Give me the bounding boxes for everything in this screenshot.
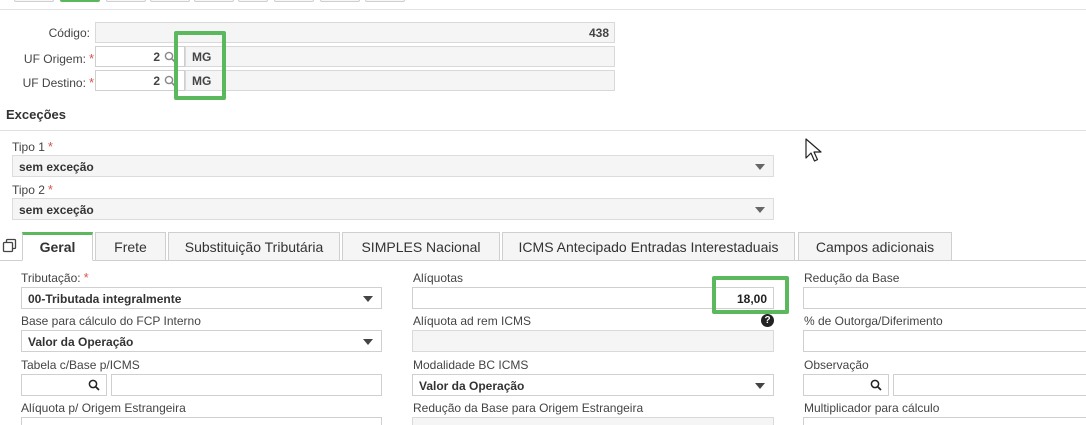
chevron-down-icon <box>755 164 765 170</box>
tributacao-label: Tributação: * <box>21 270 89 285</box>
base-fcp-select[interactable]: Valor da Operação <box>21 330 382 352</box>
toolbar-button[interactable] <box>320 0 360 2</box>
uf-destino-label: UF Destino: * <box>4 75 94 90</box>
reducao-base-label: Redução da Base <box>804 271 900 285</box>
base-fcp-label: Base para cálculo do FCP Interno <box>21 314 201 328</box>
uf-origem-code: 2 <box>153 50 160 64</box>
uf-origem-sigla-field: MG <box>185 46 615 67</box>
observacao-desc-field[interactable] <box>893 374 1086 396</box>
tab-simples-nacional[interactable]: SIMPLES Nacional <box>342 232 500 261</box>
uf-origem-label-text: UF Origem: <box>23 52 86 66</box>
search-icon[interactable] <box>164 51 176 63</box>
toolbar-button[interactable] <box>14 0 54 2</box>
required-mark: * <box>47 182 53 197</box>
search-icon[interactable] <box>88 379 100 391</box>
uf-origem-sigla: MG <box>192 50 212 64</box>
toolbar-button[interactable] <box>150 0 190 2</box>
tab-geral[interactable]: Geral <box>22 232 93 261</box>
uf-destino-label-text: UF Destino: <box>22 76 86 90</box>
top-toolbar <box>0 0 1086 10</box>
chevron-down-icon <box>755 207 765 213</box>
uf-origem-label: UF Origem: * <box>4 51 94 66</box>
base-fcp-value: Valor da Operação <box>28 335 134 349</box>
required-mark: * <box>88 51 94 66</box>
tributacao-select[interactable]: 00-Tributada integralmente <box>21 287 382 309</box>
multiplicador-field[interactable] <box>803 417 1086 425</box>
toolbar-button[interactable] <box>274 0 314 2</box>
codigo-label: Código: <box>48 26 90 40</box>
required-mark: * <box>88 75 94 90</box>
toolbar-button[interactable] <box>194 0 234 2</box>
section-divider <box>0 130 1086 131</box>
chevron-down-icon <box>363 296 373 302</box>
modalidade-label: Modalidade BC ICMS <box>413 358 529 372</box>
codigo-field: 438 <box>95 22 615 43</box>
chevron-down-icon <box>363 339 373 345</box>
search-icon[interactable] <box>870 379 882 391</box>
help-icon[interactable]: ? <box>761 314 774 327</box>
uf-destino-sigla-field: MG <box>185 70 615 91</box>
tipo1-label: Tipo 1 * <box>12 139 53 154</box>
tipo2-select[interactable]: sem exceção <box>12 198 774 220</box>
tab-icms-antecipado[interactable]: ICMS Antecipado Entradas Interestaduais <box>502 232 795 261</box>
tributacao-value: 00-Tributada integralmente <box>28 292 182 306</box>
modalidade-value: Valor da Operação <box>419 379 525 393</box>
tabela-base-desc-field[interactable] <box>111 374 382 396</box>
aliquota-adrem-field <box>412 330 774 352</box>
tipo1-label-text: Tipo 1 <box>12 140 45 154</box>
multiplicador-label: Multiplicador para cálculo <box>804 401 940 415</box>
reducao-origem-field <box>412 417 774 425</box>
tipo2-label-text: Tipo 2 <box>12 183 45 197</box>
toolbar-button-active[interactable] <box>60 0 100 2</box>
search-icon[interactable] <box>164 75 176 87</box>
copy-icon[interactable] <box>2 238 18 254</box>
reducao-base-field[interactable] <box>803 287 1086 309</box>
tipo1-select[interactable]: sem exceção <box>12 155 774 177</box>
tipo2-value: sem exceção <box>19 203 94 217</box>
outorga-label: % de Outorga/Diferimento <box>804 314 943 328</box>
tipo1-value: sem exceção <box>19 160 94 174</box>
tab-substituicao-tributaria[interactable]: Substituição Tributária <box>168 232 340 261</box>
observacao-code-field[interactable] <box>803 374 889 396</box>
aliquota-origem-label: Alíquota p/ Origem Estrangeira <box>21 401 186 415</box>
excecoes-title: Exceções <box>6 107 66 122</box>
toolbar-button[interactable] <box>365 0 405 2</box>
uf-destino-sigla: MG <box>192 74 212 88</box>
tributacao-label-text: Tributação: <box>21 271 81 285</box>
tab-campos-adicionais[interactable]: Campos adicionais <box>798 232 952 261</box>
aliquotas-label: Alíquotas <box>413 271 464 285</box>
aliquota-origem-field[interactable] <box>21 417 382 425</box>
outorga-field[interactable] <box>803 330 1086 352</box>
uf-origem-code-field[interactable]: 2 <box>95 46 185 67</box>
aliquota-adrem-label: Alíquota ad rem ICMS <box>413 314 532 328</box>
chevron-down-icon <box>755 383 765 389</box>
tab-frete[interactable]: Frete <box>95 232 166 261</box>
aliquotas-value: 18,00 <box>736 292 767 306</box>
tabela-base-label: Tabela c/Base p/ICMS <box>21 358 140 372</box>
toolbar-button[interactable] <box>238 0 268 2</box>
modalidade-select[interactable]: Valor da Operação <box>412 374 774 396</box>
mouse-cursor-icon <box>805 138 822 162</box>
uf-destino-code-field[interactable]: 2 <box>95 70 185 91</box>
aliquotas-field[interactable]: 18,00 <box>412 287 774 309</box>
tabela-base-code-field[interactable] <box>21 374 107 396</box>
codigo-value: 438 <box>588 26 609 40</box>
required-mark: * <box>47 139 53 154</box>
observacao-label: Observação <box>804 358 869 372</box>
reducao-origem-label: Redução da Base para Origem Estrangeira <box>413 401 644 415</box>
required-mark: * <box>83 270 89 285</box>
tipo2-label: Tipo 2 * <box>12 182 53 197</box>
toolbar-button[interactable] <box>106 0 146 2</box>
uf-destino-code: 2 <box>153 74 160 88</box>
